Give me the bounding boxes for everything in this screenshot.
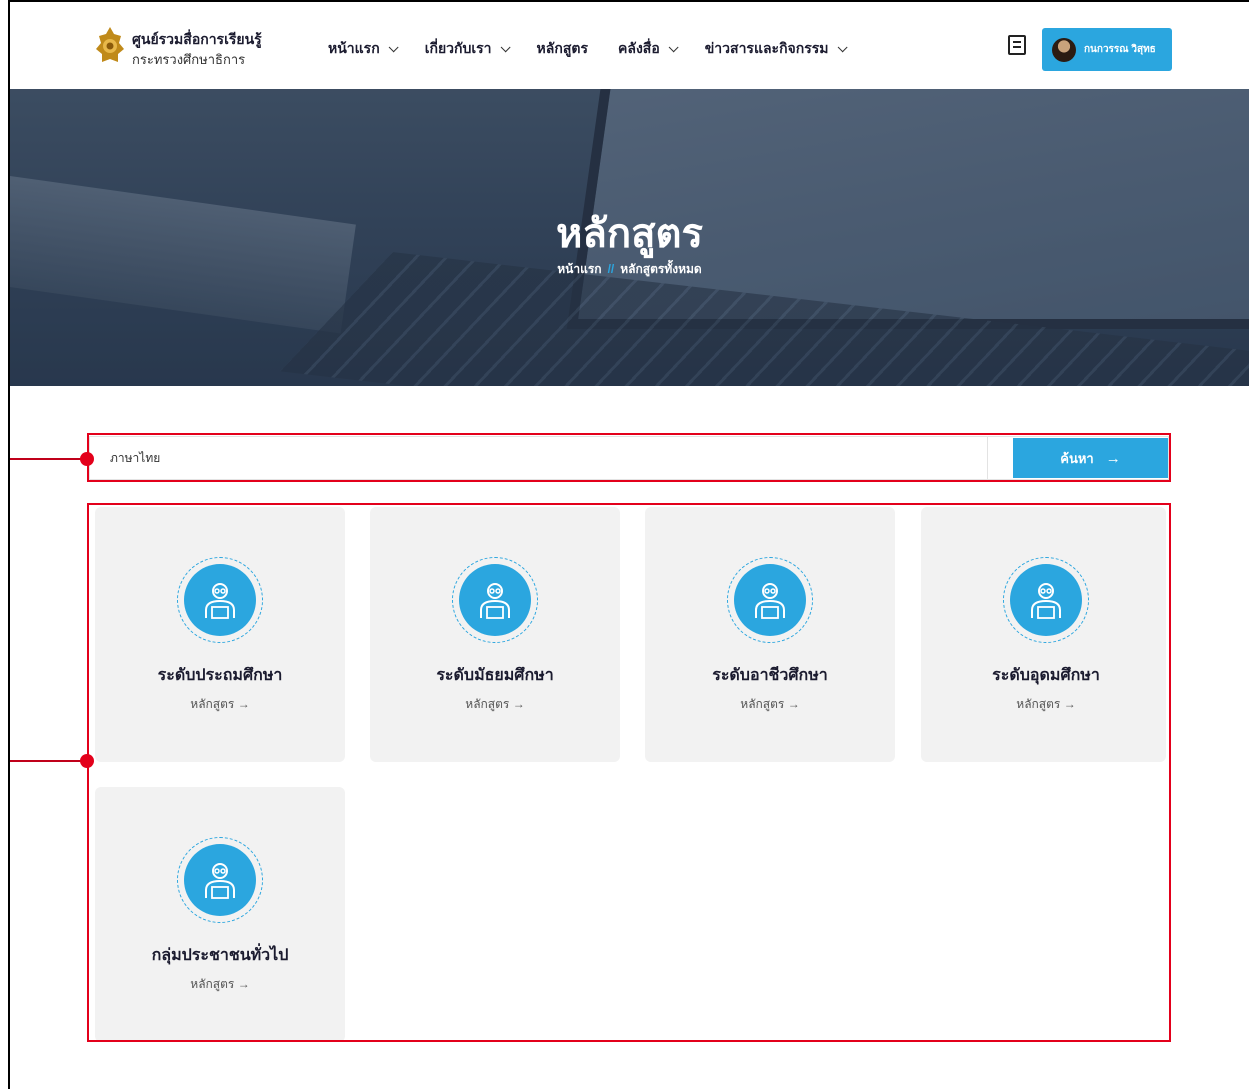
annotation-leader-cards xyxy=(10,760,88,762)
nav-item-about[interactable]: เกี่ยวกับเรา xyxy=(424,38,511,60)
user-profile-button[interactable]: กนกวรรณ วิสุทธ xyxy=(1042,28,1172,71)
nav-label: คลังสื่อ xyxy=(618,40,660,56)
nav-label: หลักสูตร xyxy=(536,40,588,56)
chevron-down-icon xyxy=(837,41,848,52)
teacher-with-glasses-icon xyxy=(1010,564,1082,636)
breadcrumb: หน้าแรก // หลักสูตรทั้งหมด xyxy=(10,260,1249,279)
brand-subtitle: กระทรวงศึกษาธิการ xyxy=(132,52,246,67)
ministry-logo[interactable] xyxy=(94,26,126,66)
card-link[interactable]: หลักสูตร → xyxy=(370,695,620,714)
card-link[interactable]: หลักสูตร → xyxy=(95,695,345,714)
card-title: ระดับอุดมศึกษา xyxy=(992,667,1100,684)
page-title: หลักสูตร xyxy=(556,212,703,256)
nav-item-curriculum[interactable]: หลักสูตร xyxy=(537,38,588,60)
card-link[interactable]: หลักสูตร → xyxy=(645,695,895,714)
search-divider xyxy=(987,437,988,479)
breadcrumb-separator: // xyxy=(607,262,615,276)
teacher-with-glasses-icon xyxy=(184,844,256,916)
book-icon[interactable] xyxy=(1008,35,1026,55)
annotation-dot-cards xyxy=(80,754,94,768)
search-button[interactable]: ค้นหา → xyxy=(1013,438,1168,478)
breadcrumb-current: หลักสูตรทั้งหมด xyxy=(620,262,702,276)
chevron-down-icon xyxy=(388,41,399,52)
user-name: กนกวรรณ วิสุทธ xyxy=(1084,44,1156,55)
curriculum-card-secondary[interactable]: ระดับมัธยมศึกษา หลักสูตร → xyxy=(370,507,620,762)
chevron-down-icon xyxy=(668,41,679,52)
curriculum-card-vocational[interactable]: ระดับอาชีวศึกษา หลักสูตร → xyxy=(645,507,895,762)
teacher-with-glasses-icon xyxy=(734,564,806,636)
nav-item-news[interactable]: ข่าวสารและกิจกรรม xyxy=(704,38,848,60)
breadcrumb-home[interactable]: หน้าแรก xyxy=(557,262,601,276)
card-title: กลุ่มประชาชนทั่วไป xyxy=(151,947,289,964)
card-link[interactable]: หลักสูตร → xyxy=(95,975,345,994)
nav-label: เกี่ยวกับเรา xyxy=(424,40,492,56)
curriculum-card-higher[interactable]: ระดับอุดมศึกษา หลักสูตร → xyxy=(921,507,1166,762)
card-link[interactable]: หลักสูตร → xyxy=(921,695,1171,714)
annotation-leader-search xyxy=(10,458,88,460)
search-input[interactable] xyxy=(90,437,987,479)
nav-label: ข่าวสารและกิจกรรม xyxy=(704,40,829,56)
main-nav: หน้าแรก เกี่ยวกับเรา หลักสูตร คลังสื่อ ข… xyxy=(328,38,874,60)
nav-item-home[interactable]: หน้าแรก xyxy=(328,38,399,60)
brand-title: ศูนย์รวมสื่อการเรียนรู้ xyxy=(132,31,262,47)
hero-banner: หลักสูตร หน้าแรก // หลักสูตรทั้งหมด xyxy=(10,89,1249,386)
search-bar: ค้นหา → xyxy=(89,436,1169,480)
teacher-with-glasses-icon xyxy=(459,564,531,636)
arrow-right-icon: → xyxy=(1105,449,1121,467)
chevron-down-icon xyxy=(500,41,511,52)
curriculum-card-general-public[interactable]: กลุ่มประชาชนทั่วไป หลักสูตร → xyxy=(95,787,345,1042)
curriculum-card-primary[interactable]: ระดับประถมศึกษา หลักสูตร → xyxy=(95,507,345,762)
site-header: ศูนย์รวมสื่อการเรียนรู้ กระทรวงศึกษาธิกา… xyxy=(10,2,1249,89)
card-title: ระดับประถมศึกษา xyxy=(157,667,283,684)
card-title: ระดับอาชีวศึกษา xyxy=(712,667,828,684)
nav-item-media-library[interactable]: คลังสื่อ xyxy=(618,38,679,60)
card-title: ระดับมัธยมศึกษา xyxy=(436,667,554,684)
search-button-label: ค้นหา xyxy=(1060,450,1094,466)
avatar xyxy=(1052,37,1076,62)
nav-label: หน้าแรก xyxy=(328,40,380,56)
annotation-dot-search xyxy=(80,452,94,466)
teacher-with-glasses-icon xyxy=(184,564,256,636)
